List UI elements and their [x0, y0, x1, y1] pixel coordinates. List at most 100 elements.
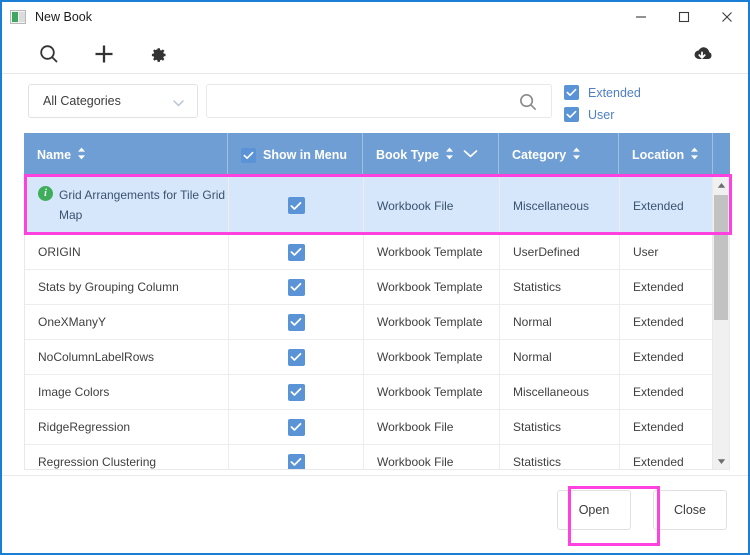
cell-category: Normal — [500, 340, 620, 374]
maximize-icon[interactable] — [662, 2, 705, 32]
cell-category: Statistics — [500, 270, 620, 304]
cell-name: NoColumnLabelRows — [25, 340, 229, 374]
checkbox-user-label: User — [588, 108, 614, 122]
cell-location: Extended — [620, 340, 714, 374]
column-header-location-label: Location — [632, 148, 684, 162]
column-header-book-type-label: Book Type — [376, 148, 439, 162]
window-controls — [619, 2, 748, 32]
column-header-show-in-menu[interactable]: Show in Menu — [228, 133, 363, 177]
minimize-icon[interactable] — [619, 2, 662, 32]
info-icon: i — [38, 186, 53, 201]
vertical-scrollbar[interactable] — [712, 177, 729, 470]
row-checkbox[interactable] — [288, 349, 305, 366]
templates-table: Name Show in Menu Book Type — [24, 133, 730, 470]
close-button[interactable]: Close — [653, 490, 727, 530]
column-header-book-type[interactable]: Book Type — [363, 133, 499, 177]
new-book-dialog: New Book All Categorie — [0, 0, 750, 555]
row-checkbox[interactable] — [288, 314, 305, 331]
cell-location: Extended — [620, 305, 714, 339]
table-row[interactable]: Image Colors Workbook Template Miscellan… — [25, 375, 729, 410]
table-body: i Grid Arrangements for Tile Grid Map Wo… — [24, 177, 730, 470]
column-header-category-label: Category — [512, 148, 566, 162]
close-icon[interactable] — [705, 2, 748, 32]
row-checkbox[interactable] — [288, 419, 305, 436]
cell-book-type: Workbook Template — [364, 305, 500, 339]
checkbox-extended-label: Extended — [588, 86, 641, 100]
cell-location: Extended — [620, 445, 714, 470]
category-dropdown-value: All Categories — [43, 94, 121, 108]
cell-show-in-menu[interactable] — [229, 270, 364, 304]
chevron-down-icon — [172, 96, 185, 114]
column-header-category[interactable]: Category — [499, 133, 619, 177]
row-checkbox[interactable] — [288, 279, 305, 296]
cell-book-type: Workbook File — [364, 177, 500, 234]
cell-category: Miscellaneous — [500, 177, 620, 234]
open-button[interactable]: Open — [557, 490, 631, 530]
plus-icon[interactable] — [88, 38, 120, 70]
scroll-up-icon[interactable] — [713, 177, 729, 194]
cell-name: Stats by Grouping Column — [25, 270, 229, 304]
cell-show-in-menu[interactable] — [229, 410, 364, 444]
table-row[interactable]: Stats by Grouping Column Workbook Templa… — [25, 270, 729, 305]
column-header-location[interactable]: Location — [619, 133, 713, 177]
sort-arrows-icon — [77, 147, 86, 163]
cell-name: i Grid Arrangements for Tile Grid Map — [25, 177, 229, 234]
cell-location: Extended — [620, 375, 714, 409]
row-checkbox[interactable] — [288, 384, 305, 401]
checkbox-user-box — [564, 107, 579, 122]
scrollbar-thumb[interactable] — [714, 195, 728, 320]
table-row[interactable]: RidgeRegression Workbook File Statistics… — [25, 410, 729, 445]
cell-book-type: Workbook File — [364, 410, 500, 444]
title-bar: New Book — [2, 2, 748, 32]
sort-arrows-icon — [572, 147, 581, 163]
cell-name: Image Colors — [25, 375, 229, 409]
row-checkbox[interactable] — [288, 244, 305, 261]
cell-show-in-menu[interactable] — [229, 375, 364, 409]
table-row[interactable]: NoColumnLabelRows Workbook Template Norm… — [25, 340, 729, 375]
cell-show-in-menu[interactable] — [229, 235, 364, 269]
cell-location: Extended — [620, 410, 714, 444]
scroll-down-icon[interactable] — [713, 453, 729, 470]
table-row[interactable]: Regression Clustering Workbook File Stat… — [25, 445, 729, 470]
column-header-name[interactable]: Name — [24, 133, 228, 177]
table-row[interactable]: OneXManyY Workbook Template Normal Exten… — [25, 305, 729, 340]
column-header-name-label: Name — [37, 148, 71, 162]
search-input[interactable] — [207, 85, 551, 117]
search-field-container[interactable] — [206, 84, 552, 118]
cell-name: RidgeRegression — [25, 410, 229, 444]
row-checkbox[interactable] — [288, 197, 305, 214]
filter-chevron-down-icon[interactable] — [463, 148, 478, 162]
cloud-download-icon[interactable] — [686, 38, 718, 70]
table-row[interactable]: i Grid Arrangements for Tile Grid Map Wo… — [25, 177, 729, 235]
cell-location: Extended — [620, 270, 714, 304]
cell-show-in-menu[interactable] — [229, 305, 364, 339]
cell-show-in-menu[interactable] — [229, 340, 364, 374]
table-header-row: Name Show in Menu Book Type — [24, 133, 730, 177]
cell-category: Statistics — [500, 445, 620, 470]
cell-name: OneXManyY — [25, 305, 229, 339]
cell-book-type: Workbook Template — [364, 270, 500, 304]
checkbox-user[interactable]: User — [564, 107, 614, 122]
cell-category: Normal — [500, 305, 620, 339]
checkbox-extended[interactable]: Extended — [564, 85, 641, 100]
window-title: New Book — [35, 10, 92, 24]
cell-name-text: Grid Arrangements for Tile Grid Map — [59, 185, 228, 225]
cell-location: User — [620, 235, 714, 269]
gear-icon[interactable] — [141, 38, 173, 70]
column-header-checkbox[interactable] — [241, 148, 256, 163]
book-icon — [10, 10, 26, 24]
sort-arrows-icon — [445, 147, 454, 163]
filter-bar: All Categories — [2, 74, 748, 128]
category-dropdown[interactable]: All Categories — [28, 84, 198, 118]
checkbox-extended-box — [564, 85, 579, 100]
cell-category: UserDefined — [500, 235, 620, 269]
cell-show-in-menu[interactable] — [229, 445, 364, 470]
search-icon — [518, 92, 539, 118]
cell-name: ORIGIN — [25, 235, 229, 269]
column-header-spacer — [713, 133, 730, 177]
cell-show-in-menu[interactable] — [229, 177, 364, 234]
cell-location: Extended — [620, 177, 714, 234]
search-icon[interactable] — [33, 38, 65, 70]
row-checkbox[interactable] — [288, 454, 305, 471]
table-row[interactable]: ORIGIN Workbook Template UserDefined Use… — [25, 235, 729, 270]
